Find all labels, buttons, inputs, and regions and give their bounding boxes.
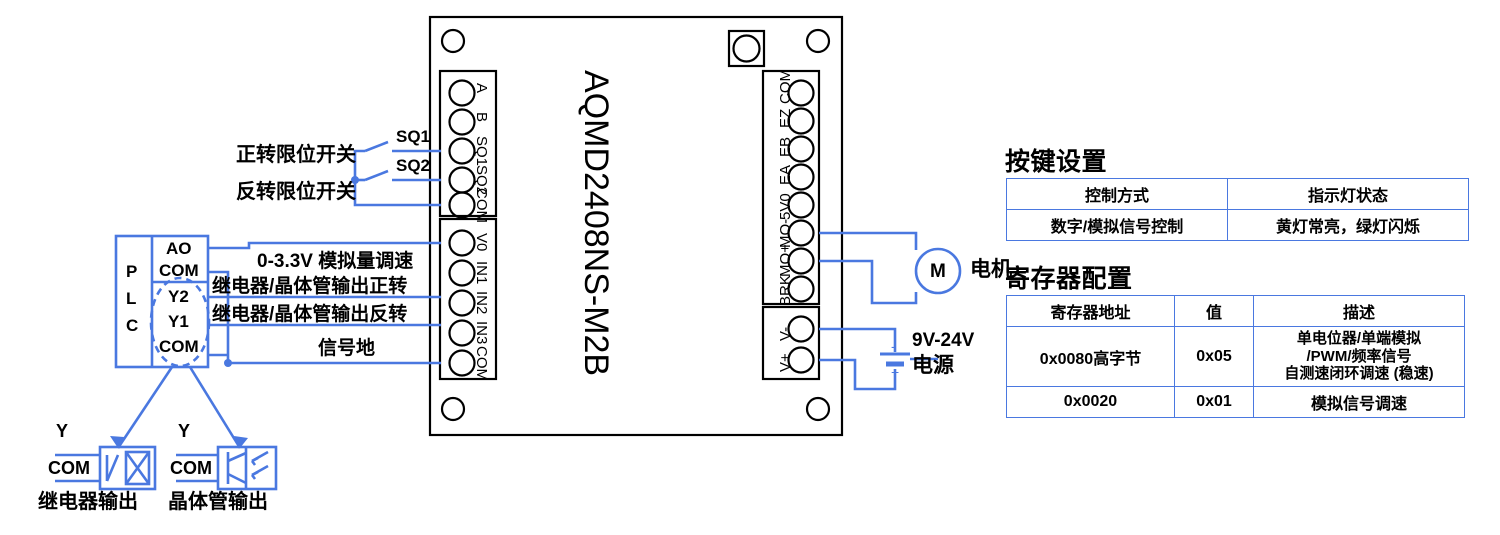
relay-y-label: Y: [56, 421, 69, 441]
switch-blade-sq1: [364, 140, 389, 153]
plc-letter-C: C: [126, 316, 139, 335]
terminal-hole: [448, 191, 476, 219]
td-indicator-state: 黄灯常亮，绿灯闪烁: [1227, 209, 1469, 241]
table-header-row: 控制方式 指示灯状态: [1006, 178, 1469, 210]
th-register-address: 寄存器地址: [1006, 295, 1175, 327]
terminal-hole: [448, 289, 476, 317]
transistor-y-label: Y: [178, 421, 191, 441]
relay-output-caption: 继电器输出: [38, 491, 138, 513]
th-indicator-state: 指示灯状态: [1227, 178, 1469, 210]
battery-minus-sign: -: [891, 338, 896, 354]
plc-terminal-AO: AO: [166, 239, 192, 258]
terminal-label-IN3: IN3: [473, 321, 490, 345]
motor-symbol: M: [930, 261, 946, 282]
plc-letter-P: P: [126, 262, 138, 281]
terminal-hole: [448, 229, 476, 257]
table-row: 0x0020 0x01 模拟信号调速: [1006, 386, 1465, 419]
power-voltage-label: 9V-24V: [912, 330, 975, 351]
wire-label-analog: 0-3.3V 模拟量调速: [257, 251, 414, 272]
register-config-title: 寄存器配置: [1005, 265, 1133, 293]
arrow-line-relay: [116, 366, 174, 449]
plc-letter-L: L: [126, 289, 137, 308]
td-value: 0x01: [1174, 386, 1254, 419]
terminal-hole: [448, 79, 476, 107]
td-description: 模拟信号调速: [1253, 386, 1465, 419]
td-description: 单电位器/单端模拟 /PWM/频率信号 自测速闭环调速 (稳速): [1253, 325, 1465, 388]
wiring-schematic-svg: [55, 15, 962, 491]
terminal-label-A: A: [473, 83, 490, 94]
terminal-label-EA: EA: [777, 164, 794, 185]
terminal-label-SQ1: SQ1: [473, 136, 490, 167]
terminal-hole: [448, 108, 476, 136]
junction-dot-ground: [224, 359, 232, 367]
terminal-label-IN2: IN2: [473, 291, 490, 315]
plc-output-Y1: Y1: [168, 312, 189, 331]
relay-com-label: COM: [48, 458, 90, 478]
th-control-mode: 控制方式: [1006, 178, 1228, 210]
terminal-label-MO-plus: MO+: [777, 244, 794, 277]
transistor-legs: [227, 451, 247, 485]
terminal-label-5V0: 5V0: [777, 193, 794, 220]
relay-coil-cross: [124, 451, 151, 485]
wire-vminus-power: [819, 327, 897, 352]
td-control-mode: 数字/模拟信号控制: [1006, 209, 1228, 241]
table-row: 0x0080高字节 0x05 单电位器/单端模拟 /PWM/频率信号 自测速闭环…: [1006, 325, 1465, 388]
th-description: 描述: [1253, 295, 1465, 327]
plc-output-COM: COM: [159, 337, 199, 356]
terminal-label-V0: V0: [473, 233, 490, 252]
mount-hole-bl: [440, 396, 466, 422]
terminal-label-V-plus: V+: [777, 353, 794, 372]
terminal-label-EB: EB: [777, 136, 794, 157]
terminal-label-BRK: BRK: [777, 275, 794, 306]
relay-contact-blade: [105, 454, 120, 482]
terminal-label-IN1: IN1: [473, 261, 490, 285]
mount-hole-br: [805, 396, 831, 422]
board-title: AQMD2408NS-M2B: [577, 70, 615, 377]
reverse-limit-switch-label: 反转限位开关: [236, 181, 356, 203]
terminal-label-COM-right: COM: [777, 69, 794, 104]
terminal-label-COM-top: COM: [473, 188, 490, 223]
sq2-label: SQ2: [396, 156, 431, 175]
terminal-label-COM-bottom: COM: [473, 346, 490, 381]
wire-vplus-power: [819, 358, 897, 391]
terminal-hole: [448, 319, 476, 347]
mount-hole-tl: [440, 28, 466, 54]
mount-hole-tr: [805, 28, 831, 54]
power-label: 电源: [912, 354, 954, 377]
table-row: 数字/模拟信号控制 黄灯常亮，绿灯闪烁: [1006, 209, 1469, 241]
table-header-row: 寄存器地址 值 描述: [1006, 295, 1465, 327]
switch-blade-sq2: [364, 169, 389, 182]
terminal-hole: [448, 166, 476, 194]
wire-label-signal-ground: 信号地: [318, 338, 376, 359]
arrow-line-transistor: [188, 366, 242, 449]
forward-limit-switch-label: 正转限位开关: [236, 144, 356, 166]
diagram-canvas: AQMD2408NS-M2B A B SQ1 SQ2 COM V0 IN1 IN…: [0, 0, 1500, 535]
register-config-table: 寄存器地址 值 描述 0x0080高字节 0x05 单电位器/单端模拟 /PWM…: [1006, 295, 1465, 419]
terminal-label-EZ: EZ: [777, 108, 794, 128]
wire-ao-to-v0: [208, 241, 441, 250]
wire-mo-minus-motor: [819, 231, 918, 250]
sq1-label: SQ1: [396, 127, 431, 146]
button-circle: [732, 34, 761, 63]
terminal-hole: [448, 259, 476, 287]
td-register-address: 0x0080高字节: [1006, 325, 1175, 388]
terminal-hole: [448, 349, 476, 377]
plc-terminal-COM: COM: [159, 261, 199, 280]
td-value: 0x05: [1174, 325, 1254, 388]
terminal-label-B: B: [473, 112, 490, 123]
th-value: 值: [1174, 295, 1254, 327]
key-settings-table: 控制方式 指示灯状态 数字/模拟信号控制 黄灯常亮，绿灯闪烁: [1006, 178, 1469, 241]
plc-output-Y2: Y2: [168, 287, 189, 306]
transistor-com-label: COM: [170, 458, 212, 478]
wire-label-forward: 继电器/晶体管输出正转: [212, 276, 408, 297]
wire-mo-plus-motor: [819, 259, 918, 305]
wire-label-reverse: 继电器/晶体管输出反转: [212, 304, 408, 325]
transistor-output-caption: 晶体管输出: [168, 491, 268, 513]
terminal-label-V-minus: V-: [777, 326, 794, 341]
key-settings-title: 按键设置: [1005, 148, 1108, 176]
battery-plus-sign: +: [891, 364, 900, 380]
terminal-hole: [448, 137, 476, 165]
td-register-address: 0x0020: [1006, 386, 1175, 419]
